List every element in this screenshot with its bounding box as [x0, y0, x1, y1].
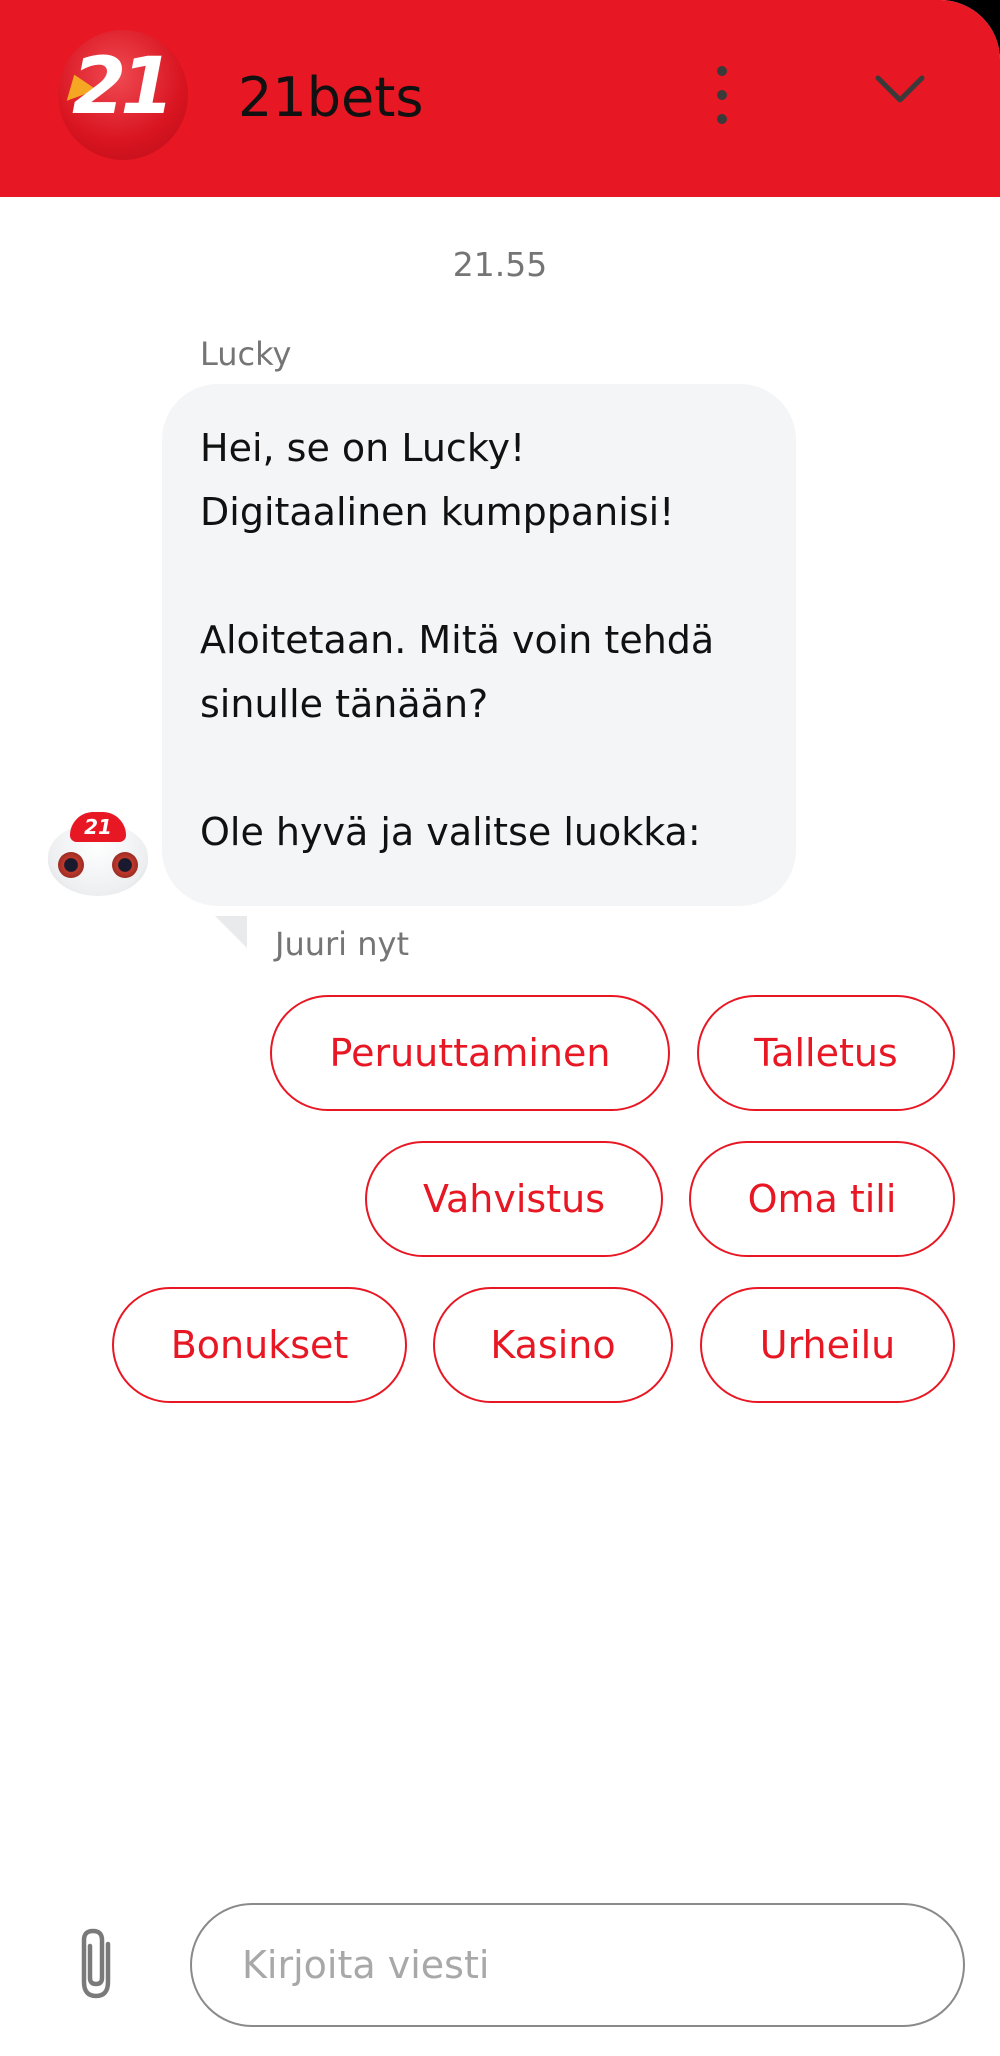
- robot-eye-icon: [112, 852, 138, 878]
- chat-title: 21bets: [238, 66, 424, 129]
- quick-reply-vahvistus[interactable]: Vahvistus: [365, 1141, 663, 1257]
- brand-logo: 21: [58, 30, 188, 160]
- logo-text: 21: [72, 42, 175, 132]
- quick-reply-talletus[interactable]: Talletus: [697, 995, 955, 1111]
- message-composer: [190, 1903, 965, 2027]
- quick-reply-peruuttaminen[interactable]: Peruuttaminen: [270, 995, 670, 1111]
- collapse-chat-button[interactable]: [870, 66, 930, 116]
- sender-name: Lucky: [200, 335, 292, 373]
- message-line: Aloitetaan. Mitä voin tehdä: [200, 618, 715, 662]
- bot-message-bubble: Hei, se on Lucky! Digitaalinen kumppanis…: [162, 384, 796, 906]
- bubble-tail: [215, 916, 247, 948]
- chat-header: 21 21bets: [0, 0, 1000, 197]
- quick-reply-kasino[interactable]: Kasino: [433, 1287, 673, 1403]
- chat-window: 21 21bets 21.55 Lucky Hei, se on Lucky! …: [0, 0, 1000, 2056]
- avatar-cap: 21: [70, 812, 126, 842]
- quick-reply-oma-tili[interactable]: Oma tili: [689, 1141, 955, 1257]
- attach-file-button[interactable]: [72, 1926, 124, 2002]
- message-line: Ole hyvä ja valitse luokka:: [200, 810, 701, 854]
- more-options-button[interactable]: [702, 62, 742, 128]
- message-status: Juuri nyt: [275, 925, 409, 963]
- message-line: sinulle tänään?: [200, 682, 489, 726]
- chevron-down-icon: [875, 75, 925, 103]
- message-line: Hei, se on Lucky!: [200, 426, 526, 470]
- quick-reply-bonukset[interactable]: Bonukset: [112, 1287, 407, 1403]
- message-timestamp: 21.55: [452, 245, 548, 284]
- bot-avatar: 21: [48, 812, 148, 898]
- more-vertical-icon: [717, 66, 727, 76]
- robot-eye-icon: [58, 852, 84, 878]
- quick-reply-urheilu[interactable]: Urheilu: [700, 1287, 955, 1403]
- paperclip-icon: [81, 1928, 111, 1999]
- message-line: Digitaalinen kumppanisi!: [200, 490, 675, 534]
- message-input[interactable]: [242, 1927, 902, 2003]
